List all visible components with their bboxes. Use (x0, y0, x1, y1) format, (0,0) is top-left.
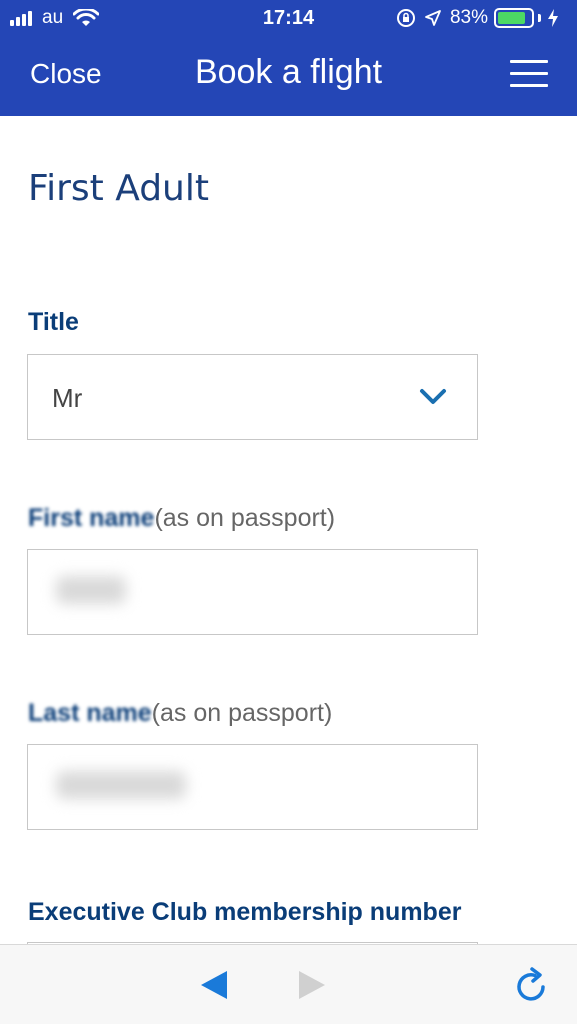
title-select-value: Mr (52, 383, 83, 413)
last-name-hint: (as on passport) (151, 699, 333, 727)
charging-icon (548, 9, 558, 27)
battery-icon (494, 8, 534, 28)
last-name-label: Last name(as on passport) (28, 699, 332, 728)
last-name-label-text: Last name (28, 699, 152, 727)
membership-label: Executive Club membership number (28, 898, 462, 926)
last-name-input[interactable] (27, 744, 478, 830)
app-header: au 17:14 83% Close Book a flight (0, 0, 577, 116)
status-bar: au 17:14 83% (0, 0, 577, 36)
first-name-redacted-value (56, 576, 126, 604)
orientation-lock-icon (396, 9, 415, 27)
last-name-redacted-value (56, 771, 186, 799)
forward-arrow-icon[interactable] (290, 963, 334, 1007)
chevron-down-icon (420, 389, 446, 404)
battery-percent: 83% (449, 7, 488, 28)
status-right: 83% (396, 7, 567, 29)
battery-fill (498, 12, 525, 24)
title-select[interactable]: Mr (27, 354, 478, 440)
hamburger-menu-icon[interactable] (510, 60, 548, 90)
page-title: Book a flight (194, 53, 383, 91)
section-title: First Adult (28, 168, 209, 209)
location-icon (425, 10, 441, 26)
form-content: First Adult Title Mr First name(as on pa… (0, 116, 577, 944)
back-arrow-icon[interactable] (192, 963, 236, 1007)
nav-bar: Close Book a flight (0, 36, 577, 116)
first-name-hint: (as on passport) (154, 504, 336, 532)
browser-toolbar (0, 944, 577, 1024)
first-name-input[interactable] (27, 549, 478, 635)
first-name-label-text: First name (28, 504, 155, 532)
first-name-label: First name(as on passport) (28, 504, 335, 533)
reload-icon[interactable] (510, 963, 554, 1007)
title-label: Title (28, 308, 79, 336)
battery-tip (538, 14, 541, 22)
